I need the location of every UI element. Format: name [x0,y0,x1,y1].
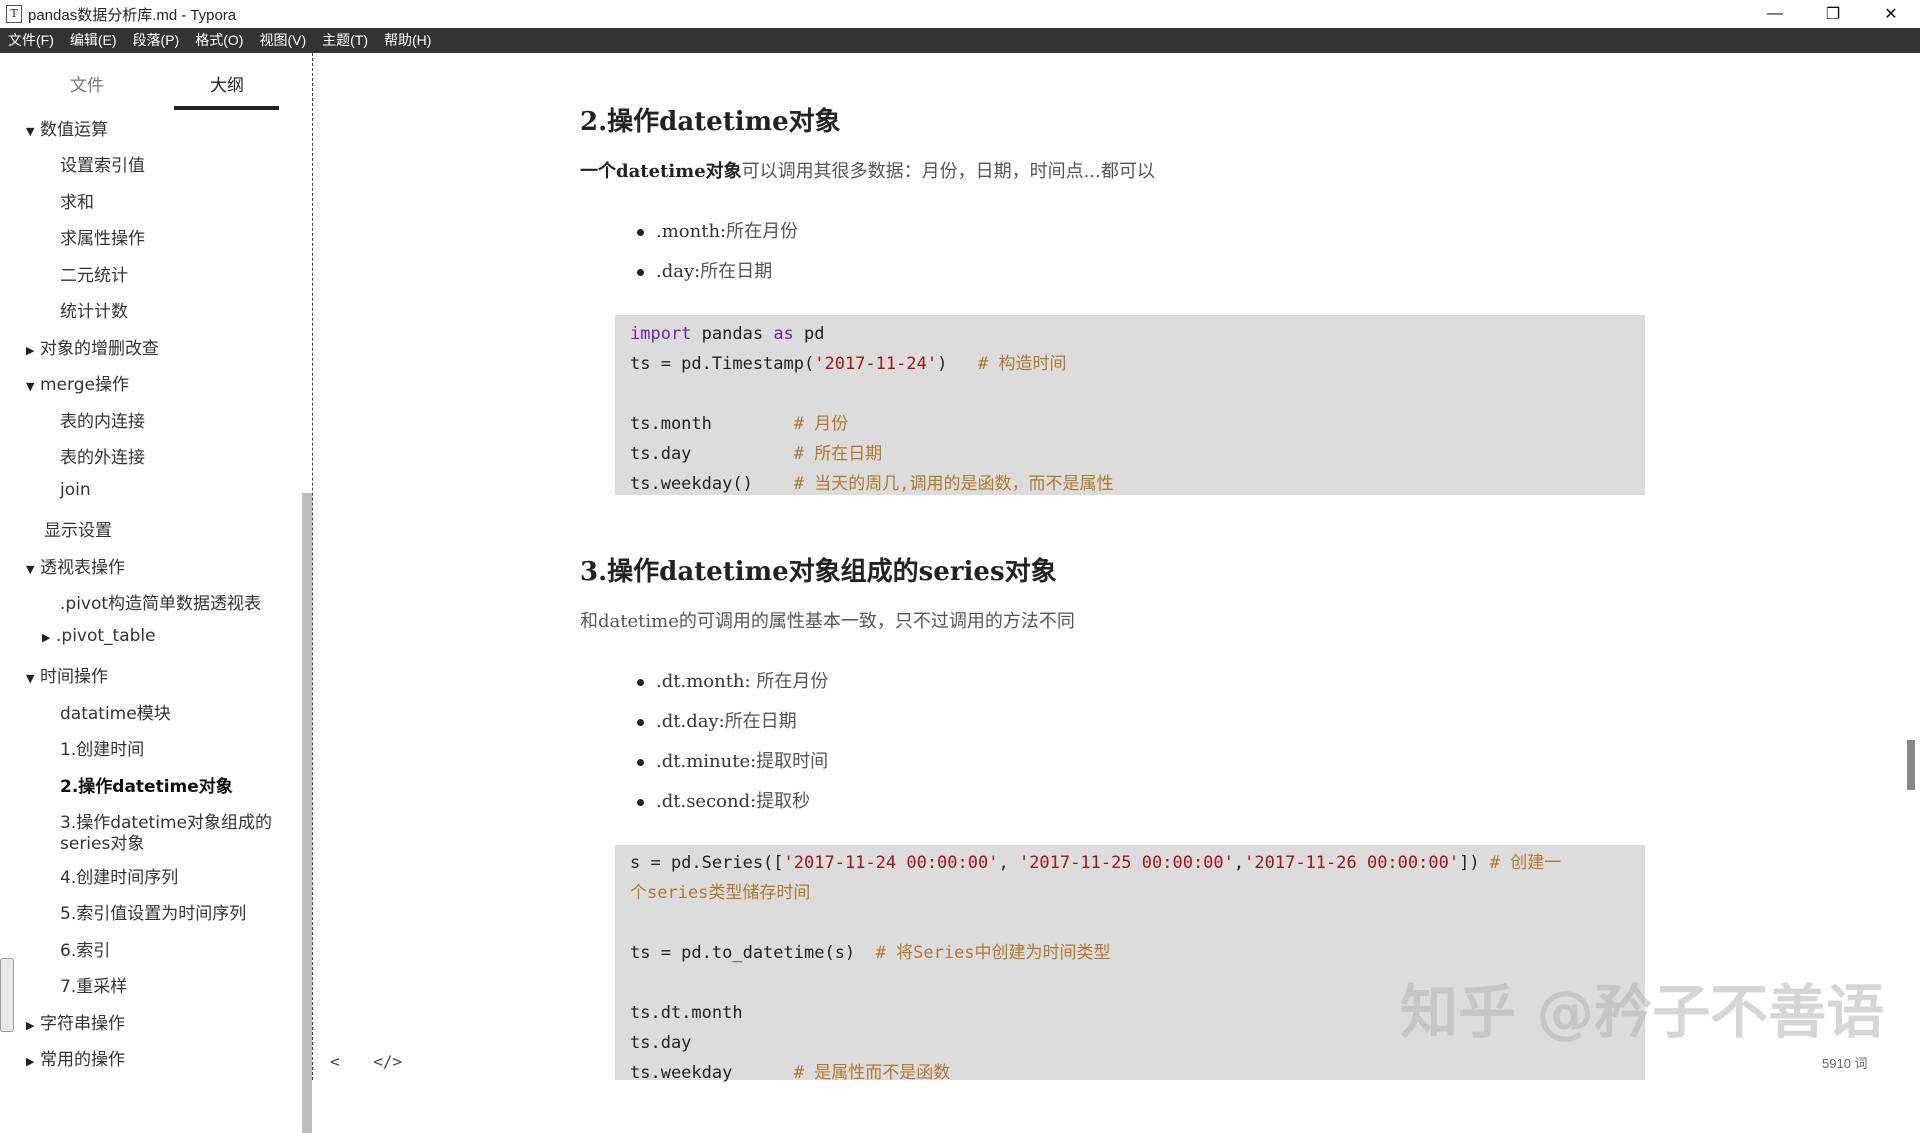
outline-item[interactable]: ▶ 常用的操作 [26,1045,125,1070]
outline-item[interactable]: ▼ 时间操作 [26,662,108,687]
outline-item[interactable]: 统计计数 [60,297,128,322]
outline-item[interactable]: 表的内连接 [60,407,145,432]
heading-3-series: 3.操作datetime对象组成的series对象 [580,557,1057,587]
status-bar-left: < </> [330,1052,402,1071]
caret-down-icon[interactable]: ▼ [26,563,40,576]
bullet-dot-icon [637,718,644,726]
menu-paragraph[interactable]: 段落(P) [125,28,188,53]
window-title: pandas数据分析库.md - Typora [28,6,237,24]
window-controls: — ❐ ✕ [1746,0,1920,28]
document-area[interactable]: 2.操作datetime对象 一个datetime对象可以调用其很多数据：月份，… [315,53,1915,1083]
bullet-dot-icon [637,678,644,686]
outline-item-wrap[interactable]: series对象 [60,829,144,854]
tab-files[interactable]: 文件 [70,71,104,96]
document-scrollbar-thumb[interactable] [1907,740,1915,790]
close-button[interactable]: ✕ [1862,0,1920,28]
outline-item[interactable]: 求属性操作 [60,224,145,249]
source-code-mode-icon[interactable]: </> [373,1052,402,1071]
heading-2-datetime: 2.操作datetime对象 [580,107,841,137]
caret-down-icon[interactable]: ▼ [26,380,40,393]
outline-item[interactable]: datatime模块 [60,699,171,724]
caret-down-icon[interactable]: ▼ [26,672,40,685]
sidebar-resize-handle[interactable] [0,958,14,1032]
code-block[interactable]: import pandas as pd ts = pd.Timestamp('2… [615,315,1645,495]
sidebar-tabs: 文件 大纲 [0,53,312,111]
menu-bar: 文件(F) 编辑(E) 段落(P) 格式(O) 视图(V) 主题(T) 帮助(H… [0,28,1920,53]
outline-item[interactable]: 5.索引值设置为时间序列 [60,899,246,924]
caret-down-icon[interactable]: ▼ [26,125,40,138]
list-item: .day:所在日期 [637,257,772,283]
watermark: 知乎 @矜子不善语 [1400,978,1885,1046]
outline-item[interactable]: join [60,480,91,500]
outline-item[interactable]: 1.创建时间 [60,735,144,760]
list-item: .month:所在月份 [637,217,798,243]
tab-outline[interactable]: 大纲 [210,71,244,96]
bullet-dot-icon [637,758,644,766]
title-bar: T pandas数据分析库.md - Typora — ❐ ✕ [0,0,1920,28]
outline-item[interactable]: ▶ 对象的增删改查 [26,334,159,359]
bullet-dot-icon [637,268,644,276]
sidebar: 文件 大纲 ▼ 数值运算 设置索引值 求和 求属性操作 二元统计 统计计数 ▶ 对象… [0,53,313,1133]
menu-theme[interactable]: 主题(T) [314,28,376,53]
outline-item[interactable]: 6.索引 [60,936,110,961]
bullet-dot-icon [637,798,644,806]
outline-item[interactable]: 表的外连接 [60,443,145,468]
restore-button[interactable]: ❐ [1804,0,1862,28]
outline-item[interactable]: 4.创建时间序列 [60,863,178,888]
paragraph: 一个datetime对象可以调用其很多数据：月份，日期，时间点...都可以 [580,161,1155,182]
outline-item[interactable]: 7.重采样 [60,972,127,997]
outline-item[interactable]: .pivot构造简单数据透视表 [60,589,261,614]
outline-item[interactable]: 设置索引值 [60,151,145,176]
sidebar-scrollbar[interactable] [302,493,312,1133]
menu-edit[interactable]: 编辑(E) [62,28,125,53]
list-item: .dt.month: 所在月份 [637,667,828,693]
outline-item[interactable]: 求和 [60,188,94,213]
outline-item[interactable]: ▼ 透视表操作 [26,553,125,578]
menu-format[interactable]: 格式(O) [187,28,251,53]
outline-item[interactable]: ▼ 数值运算 [26,115,108,140]
bullet-dot-icon [637,228,644,236]
caret-right-icon[interactable]: ▶ [26,1055,40,1068]
menu-help[interactable]: 帮助(H) [376,28,439,53]
outline-item[interactable]: ▶ .pivot_table [42,626,156,646]
outline-item[interactable]: 二元统计 [60,261,128,286]
active-tab-indicator [174,106,279,110]
caret-right-icon[interactable]: ▶ [42,631,56,644]
outline-item[interactable]: ▶ 字符串操作 [26,1009,125,1034]
minimize-button[interactable]: — [1746,0,1804,28]
list-item: .dt.day:所在日期 [637,707,797,733]
paragraph: 和datetime的可调用的属性基本一致，只不过调用的方法不同 [580,611,1075,632]
list-item: .dt.minute:提取时间 [637,747,828,773]
menu-file[interactable]: 文件(F) [0,28,62,53]
caret-right-icon[interactable]: ▶ [26,344,40,357]
outline-item-active[interactable]: 2.操作datetime对象 [60,772,233,797]
toggle-sidebar-icon[interactable]: < [330,1052,340,1071]
list-item: .dt.second:提取秒 [637,787,810,813]
caret-right-icon[interactable]: ▶ [26,1019,40,1032]
outline-item[interactable]: 显示设置 [44,516,112,541]
typora-app-icon: T [6,5,22,23]
word-count[interactable]: 5910 词 [1822,1053,1868,1072]
outline-item[interactable]: ▼ merge操作 [26,370,129,395]
menu-view[interactable]: 视图(V) [251,28,314,53]
